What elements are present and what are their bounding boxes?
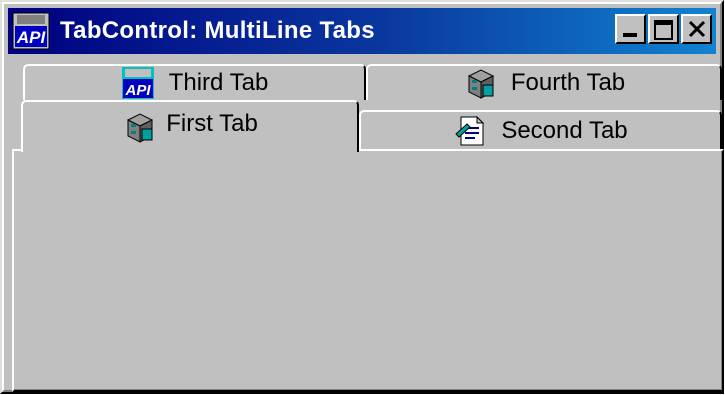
tab-label: Second Tab	[501, 117, 628, 144]
minimize-button[interactable]	[615, 14, 646, 44]
window-title: TabControl: MultiLine Tabs	[60, 17, 375, 44]
api-icon: API	[121, 67, 154, 99]
title-bar[interactable]: API TabControl: MultiLine Tabs	[8, 8, 716, 54]
tab-fourth[interactable]: Fourth Tab	[366, 64, 722, 100]
document-icon	[455, 115, 485, 146]
api-icon[interactable]: API	[12, 12, 50, 50]
app-window: API TabControl: MultiLine Tabs API Third…	[0, 0, 724, 394]
maximize-button[interactable]	[648, 14, 679, 44]
file-cabinet-icon	[127, 113, 154, 143]
file-cabinet-icon	[467, 69, 494, 99]
tab-label: First Tab	[166, 110, 258, 137]
close-icon	[688, 20, 706, 38]
tab-label: Fourth Tab	[510, 69, 626, 96]
tab-first[interactable]: First Tab	[21, 100, 359, 152]
tab-panel-shadow	[14, 151, 722, 390]
tab-third[interactable]: API Third Tab	[23, 64, 366, 100]
close-button[interactable]	[681, 14, 712, 44]
tab-label: Third Tab	[168, 69, 269, 96]
tab-panel	[12, 149, 724, 392]
svg-text:API: API	[124, 82, 151, 99]
svg-text:API: API	[16, 28, 47, 47]
caption-buttons	[613, 14, 712, 44]
tab-second[interactable]: Second Tab	[359, 110, 722, 150]
